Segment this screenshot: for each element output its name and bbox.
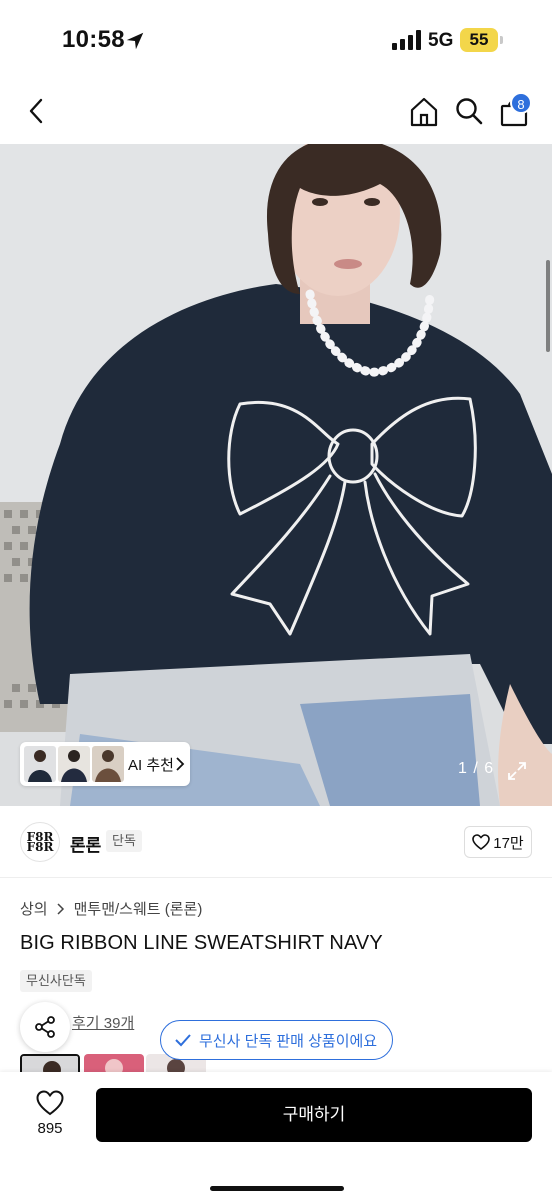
ai-recommend-label: AI 추천 xyxy=(128,757,174,774)
signal-icon xyxy=(392,30,421,50)
musinsa-exclusive-badge: 무신사단독 xyxy=(20,970,92,992)
home-indicator xyxy=(210,1186,344,1191)
share-icon xyxy=(35,1016,55,1038)
ai-recommend-button[interactable]: AI 추천 xyxy=(20,742,190,786)
breadcrumb: 상의 맨투맨/스웨트 (론론) xyxy=(20,898,202,919)
chevron-right-icon xyxy=(57,902,64,915)
toast-text: 무신사 단독 판매 상품이에요 xyxy=(199,1032,378,1050)
battery-cap xyxy=(500,36,503,44)
ai-thumbnail xyxy=(24,746,56,782)
share-button[interactable] xyxy=(20,1002,70,1052)
home-icon[interactable] xyxy=(408,96,440,128)
brand-logo[interactable]: F8R F8R xyxy=(20,822,60,862)
brand-name[interactable]: 론론 xyxy=(70,831,101,856)
check-icon xyxy=(175,1034,191,1047)
product-image-gallery[interactable] xyxy=(0,144,552,806)
location-arrow-icon xyxy=(126,32,144,50)
image-scroll-indicator xyxy=(546,260,550,352)
ai-thumbnail xyxy=(92,746,124,782)
heart-icon[interactable] xyxy=(36,1090,64,1116)
status-time: 10:58 xyxy=(62,26,125,53)
exclusive-toast: 무신사 단독 판매 상품이에요 xyxy=(160,1020,393,1060)
battery-level: 55 xyxy=(460,28,498,52)
back-chevron-icon[interactable] xyxy=(22,96,52,126)
brand-like-count: 17만 xyxy=(493,834,524,852)
brand-like-button[interactable]: 17만 xyxy=(464,826,532,858)
buy-button[interactable]: 구매하기 xyxy=(96,1088,532,1142)
top-nav: 8 xyxy=(0,84,552,144)
breadcrumb-item[interactable]: 맨투맨/스웨트 (론론) xyxy=(74,898,203,919)
chevron-right-icon xyxy=(176,757,185,771)
bottom-action-bar: 895 구매하기 xyxy=(0,1072,552,1200)
product-photo xyxy=(0,144,552,806)
expand-icon[interactable] xyxy=(506,760,528,782)
status-bar: 10:58 5G 55 xyxy=(0,0,552,84)
heart-icon xyxy=(472,834,491,850)
review-count-link[interactable]: 후기 39개 xyxy=(72,1012,134,1033)
brand-logo-text: F8R xyxy=(26,840,54,854)
product-like-count: 895 xyxy=(37,1120,63,1137)
brand-exclusive-badge: 단독 xyxy=(106,830,142,852)
product-title: BIG RIBBON LINE SWEATSHIRT NAVY xyxy=(20,932,383,954)
ai-thumbnail xyxy=(58,746,90,782)
image-pager: 1 / 6 xyxy=(458,760,495,777)
cart-count-badge: 8 xyxy=(510,92,532,114)
search-icon[interactable] xyxy=(454,96,484,126)
network-type: 5G xyxy=(428,30,454,51)
brand-row: F8R F8R 론론 단독 17만 xyxy=(0,806,552,878)
breadcrumb-item[interactable]: 상의 xyxy=(20,898,48,919)
